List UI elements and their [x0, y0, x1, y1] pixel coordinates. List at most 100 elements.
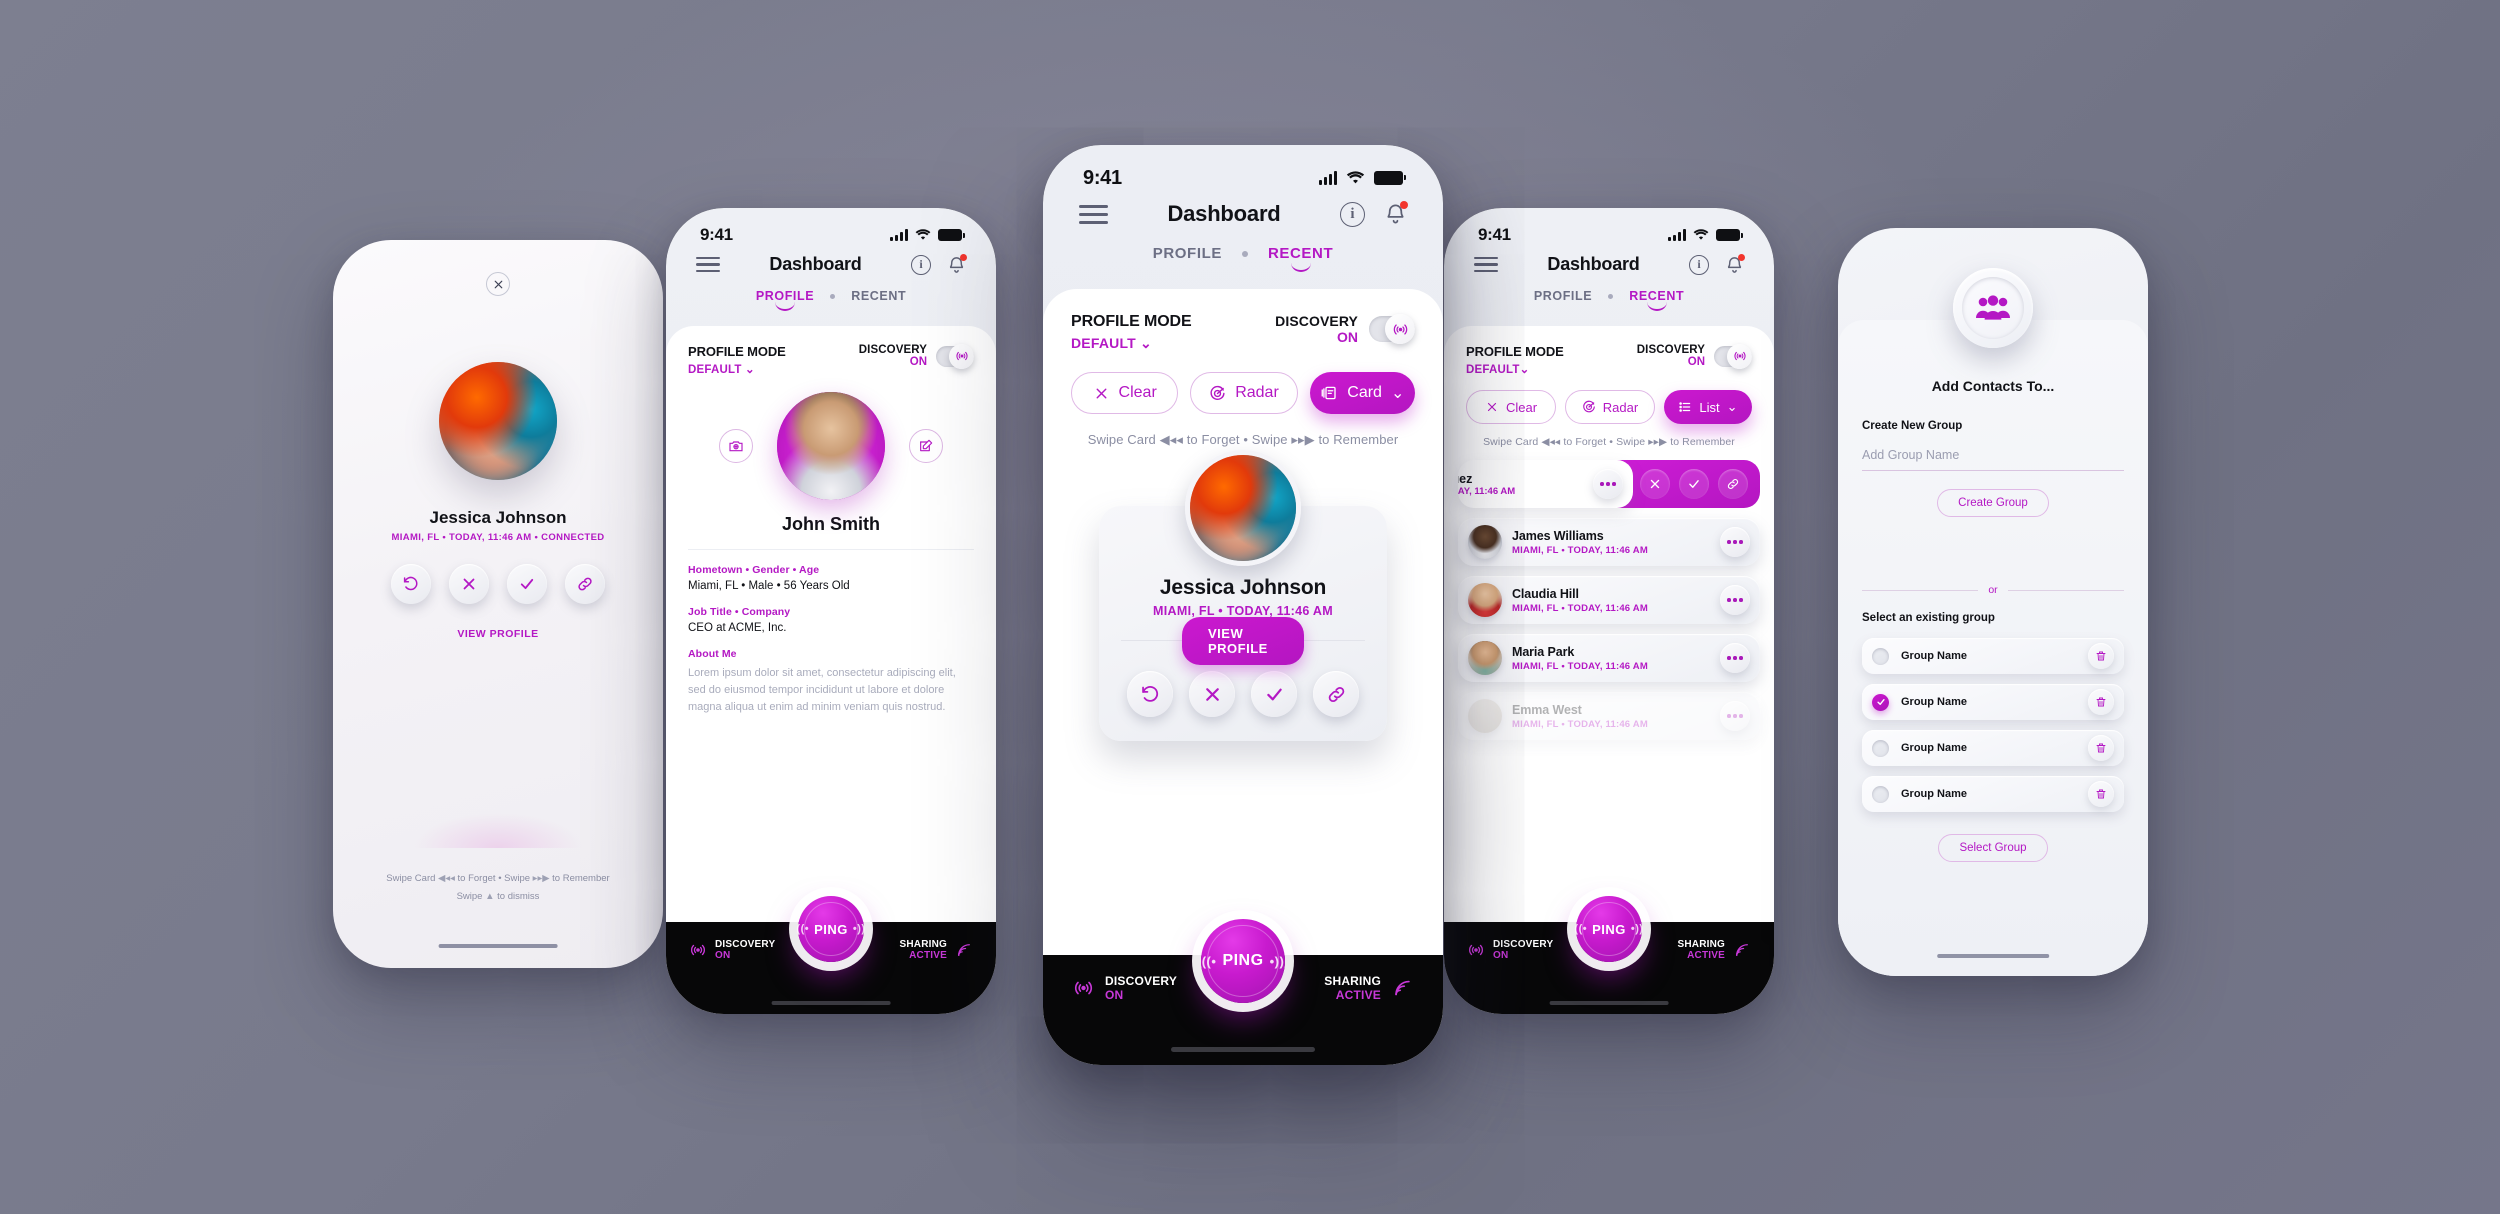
contact-meta: MIAMI, FL • TODAY, 11:46 AM — [1512, 602, 1648, 614]
menu-icon[interactable] — [696, 256, 720, 273]
group-row[interactable]: Group Name — [1862, 684, 2124, 720]
delete-icon[interactable] — [2088, 735, 2114, 761]
contact-name: Jessica Johnson — [1159, 576, 1327, 599]
tab-profile[interactable]: PROFILE — [1534, 289, 1592, 311]
profile-mode-block[interactable]: PROFILE MODE DEFAULT ⌄ — [688, 344, 786, 376]
more-options-icon[interactable] — [1720, 527, 1750, 557]
select-group-button[interactable]: Select Group — [1938, 834, 2048, 862]
swiped-contact-row[interactable]: ...iguez ...TODAY, 11:46 AM — [1458, 460, 1760, 508]
profile-mode-label: PROFILE MODE — [1071, 313, 1192, 330]
bottom-discovery[interactable]: DISCOVERY ON — [688, 939, 775, 961]
profile-mode-value[interactable]: DEFAULT⌄ — [1466, 362, 1564, 376]
discovery-toggle[interactable] — [936, 343, 974, 369]
radar-button[interactable]: Radar — [1565, 390, 1655, 424]
status-indicators — [890, 229, 965, 241]
discovery-toggle[interactable] — [1714, 343, 1752, 369]
battery-icon — [938, 229, 965, 241]
bottom-discovery[interactable]: DISCOVERY ON — [1071, 974, 1177, 1002]
info-icon[interactable]: i — [1339, 201, 1365, 227]
wave-left-icon: ((• — [1574, 923, 1588, 935]
info-icon[interactable]: i — [911, 254, 931, 275]
contact-meta: MIAMI, FL • TODAY, 11:46 AM — [1512, 718, 1648, 730]
bottom-sharing[interactable]: SHARING ACTIVE — [899, 939, 974, 961]
delete-icon[interactable] — [2088, 643, 2114, 669]
tab-recent[interactable]: RECENT — [851, 289, 906, 311]
view-profile-button[interactable]: VIEW PROFILE — [1182, 616, 1304, 665]
reject-icon[interactable] — [449, 564, 489, 604]
bottom-discovery[interactable]: DISCOVERY ON — [1466, 939, 1553, 961]
reject-icon[interactable] — [1189, 671, 1235, 717]
group-radio[interactable] — [1872, 739, 1889, 757]
link-icon[interactable] — [1718, 469, 1748, 499]
discovery-toggle-group[interactable]: DISCOVERY ON — [1637, 343, 1752, 369]
group-row[interactable]: Group Name — [1862, 638, 2124, 674]
card-view-button[interactable]: Card ⌄ — [1309, 372, 1415, 414]
group-row[interactable]: Group Name — [1862, 776, 2124, 812]
undo-icon[interactable] — [391, 564, 431, 604]
profile-mode-block[interactable]: PROFILE MODE DEFAULT⌄ — [1466, 344, 1564, 376]
discovery-toggle-group[interactable]: DISCOVERY ON — [859, 343, 974, 369]
wave-right-icon: •)) — [852, 923, 866, 935]
delete-icon[interactable] — [2088, 689, 2114, 715]
tab-profile[interactable]: PROFILE — [1153, 245, 1222, 272]
profile-avatar — [777, 392, 885, 500]
link-icon[interactable] — [1313, 671, 1359, 717]
clear-button[interactable]: Clear — [1466, 390, 1556, 424]
link-icon[interactable] — [565, 564, 605, 604]
discovery-toggle-group[interactable]: DISCOVERY ON — [1275, 313, 1415, 345]
list-item[interactable]: Claudia Hill MIAMI, FL • TODAY, 11:46 AM — [1458, 576, 1760, 624]
tab-profile[interactable]: PROFILE — [756, 289, 814, 311]
home-indicator — [771, 1001, 891, 1005]
menu-icon[interactable] — [1079, 204, 1108, 224]
contact-text: Emma West MIAMI, FL • TODAY, 11:46 AM — [1512, 703, 1648, 730]
tab-recent[interactable]: RECENT — [1268, 245, 1333, 272]
list-item[interactable]: Emma West MIAMI, FL • TODAY, 11:46 AM — [1458, 692, 1760, 740]
profile-mode-block[interactable]: PROFILE MODE DEFAULT ⌄ — [1071, 313, 1192, 352]
contact-card[interactable]: Jessica Johnson MIAMI, FL • TODAY, 11:46… — [1099, 450, 1387, 754]
profile-mode-value[interactable]: DEFAULT ⌄ — [1071, 335, 1192, 352]
more-options-icon[interactable] — [1720, 701, 1750, 731]
profile-mode-value[interactable]: DEFAULT ⌄ — [688, 362, 786, 376]
group-row[interactable]: Group Name — [1862, 730, 2124, 766]
bottom-sharing[interactable]: SHARING ACTIVE — [1324, 974, 1415, 1002]
reject-icon[interactable] — [1640, 469, 1670, 499]
discovery-toggle[interactable] — [1369, 314, 1415, 344]
edit-icon[interactable] — [909, 429, 943, 463]
radar-button[interactable]: Radar — [1190, 372, 1298, 414]
bottom-sharing[interactable]: SHARING ACTIVE — [1677, 939, 1752, 961]
accept-icon[interactable] — [1679, 469, 1709, 499]
more-options-icon[interactable] — [1720, 585, 1750, 615]
notifications-icon[interactable] — [947, 253, 967, 275]
group-radio[interactable] — [1872, 647, 1889, 665]
close-icon[interactable] — [486, 272, 510, 296]
ping-button[interactable]: ((• PING •)) — [1201, 919, 1285, 1003]
create-group-button[interactable]: Create Group — [1937, 489, 2049, 517]
camera-icon[interactable] — [719, 429, 753, 463]
undo-icon[interactable] — [1127, 671, 1173, 717]
group-radio[interactable] — [1872, 785, 1889, 803]
more-options-icon[interactable] — [1593, 469, 1624, 499]
accept-icon[interactable] — [1251, 671, 1297, 717]
ping-button[interactable]: ((• PING •)) — [1574, 896, 1643, 962]
list-item[interactable]: James Williams MIAMI, FL • TODAY, 11:46 … — [1458, 518, 1760, 566]
card-icon — [1321, 386, 1336, 400]
accept-icon[interactable] — [507, 564, 547, 604]
divider-left — [1862, 589, 1979, 591]
delete-icon[interactable] — [2088, 781, 2114, 807]
view-profile-link[interactable]: VIEW PROFILE — [333, 628, 663, 640]
profile-mode-label: PROFILE MODE — [1466, 344, 1564, 359]
tab-recent[interactable]: RECENT — [1629, 289, 1684, 311]
ping-button[interactable]: ((• PING •)) — [796, 896, 866, 962]
group-radio-selected[interactable] — [1872, 693, 1889, 711]
clear-button[interactable]: Clear — [1071, 372, 1179, 414]
list-item[interactable]: Maria Park MIAMI, FL • TODAY, 11:46 AM — [1458, 634, 1760, 682]
more-options-icon[interactable] — [1720, 643, 1750, 673]
group-name-input[interactable]: Add Group Name — [1862, 448, 2124, 471]
notifications-icon[interactable] — [1725, 253, 1745, 275]
list-view-button[interactable]: List ⌄ — [1664, 390, 1752, 424]
swipe-hint: Swipe Card ◀◂◂ to Forget • Swipe ▸▸▶ to … — [1087, 432, 1399, 447]
notifications-icon[interactable] — [1384, 201, 1408, 226]
select-group-label: Select an existing group — [1862, 612, 1995, 624]
info-icon[interactable]: i — [1689, 254, 1709, 275]
menu-icon[interactable] — [1474, 256, 1498, 273]
